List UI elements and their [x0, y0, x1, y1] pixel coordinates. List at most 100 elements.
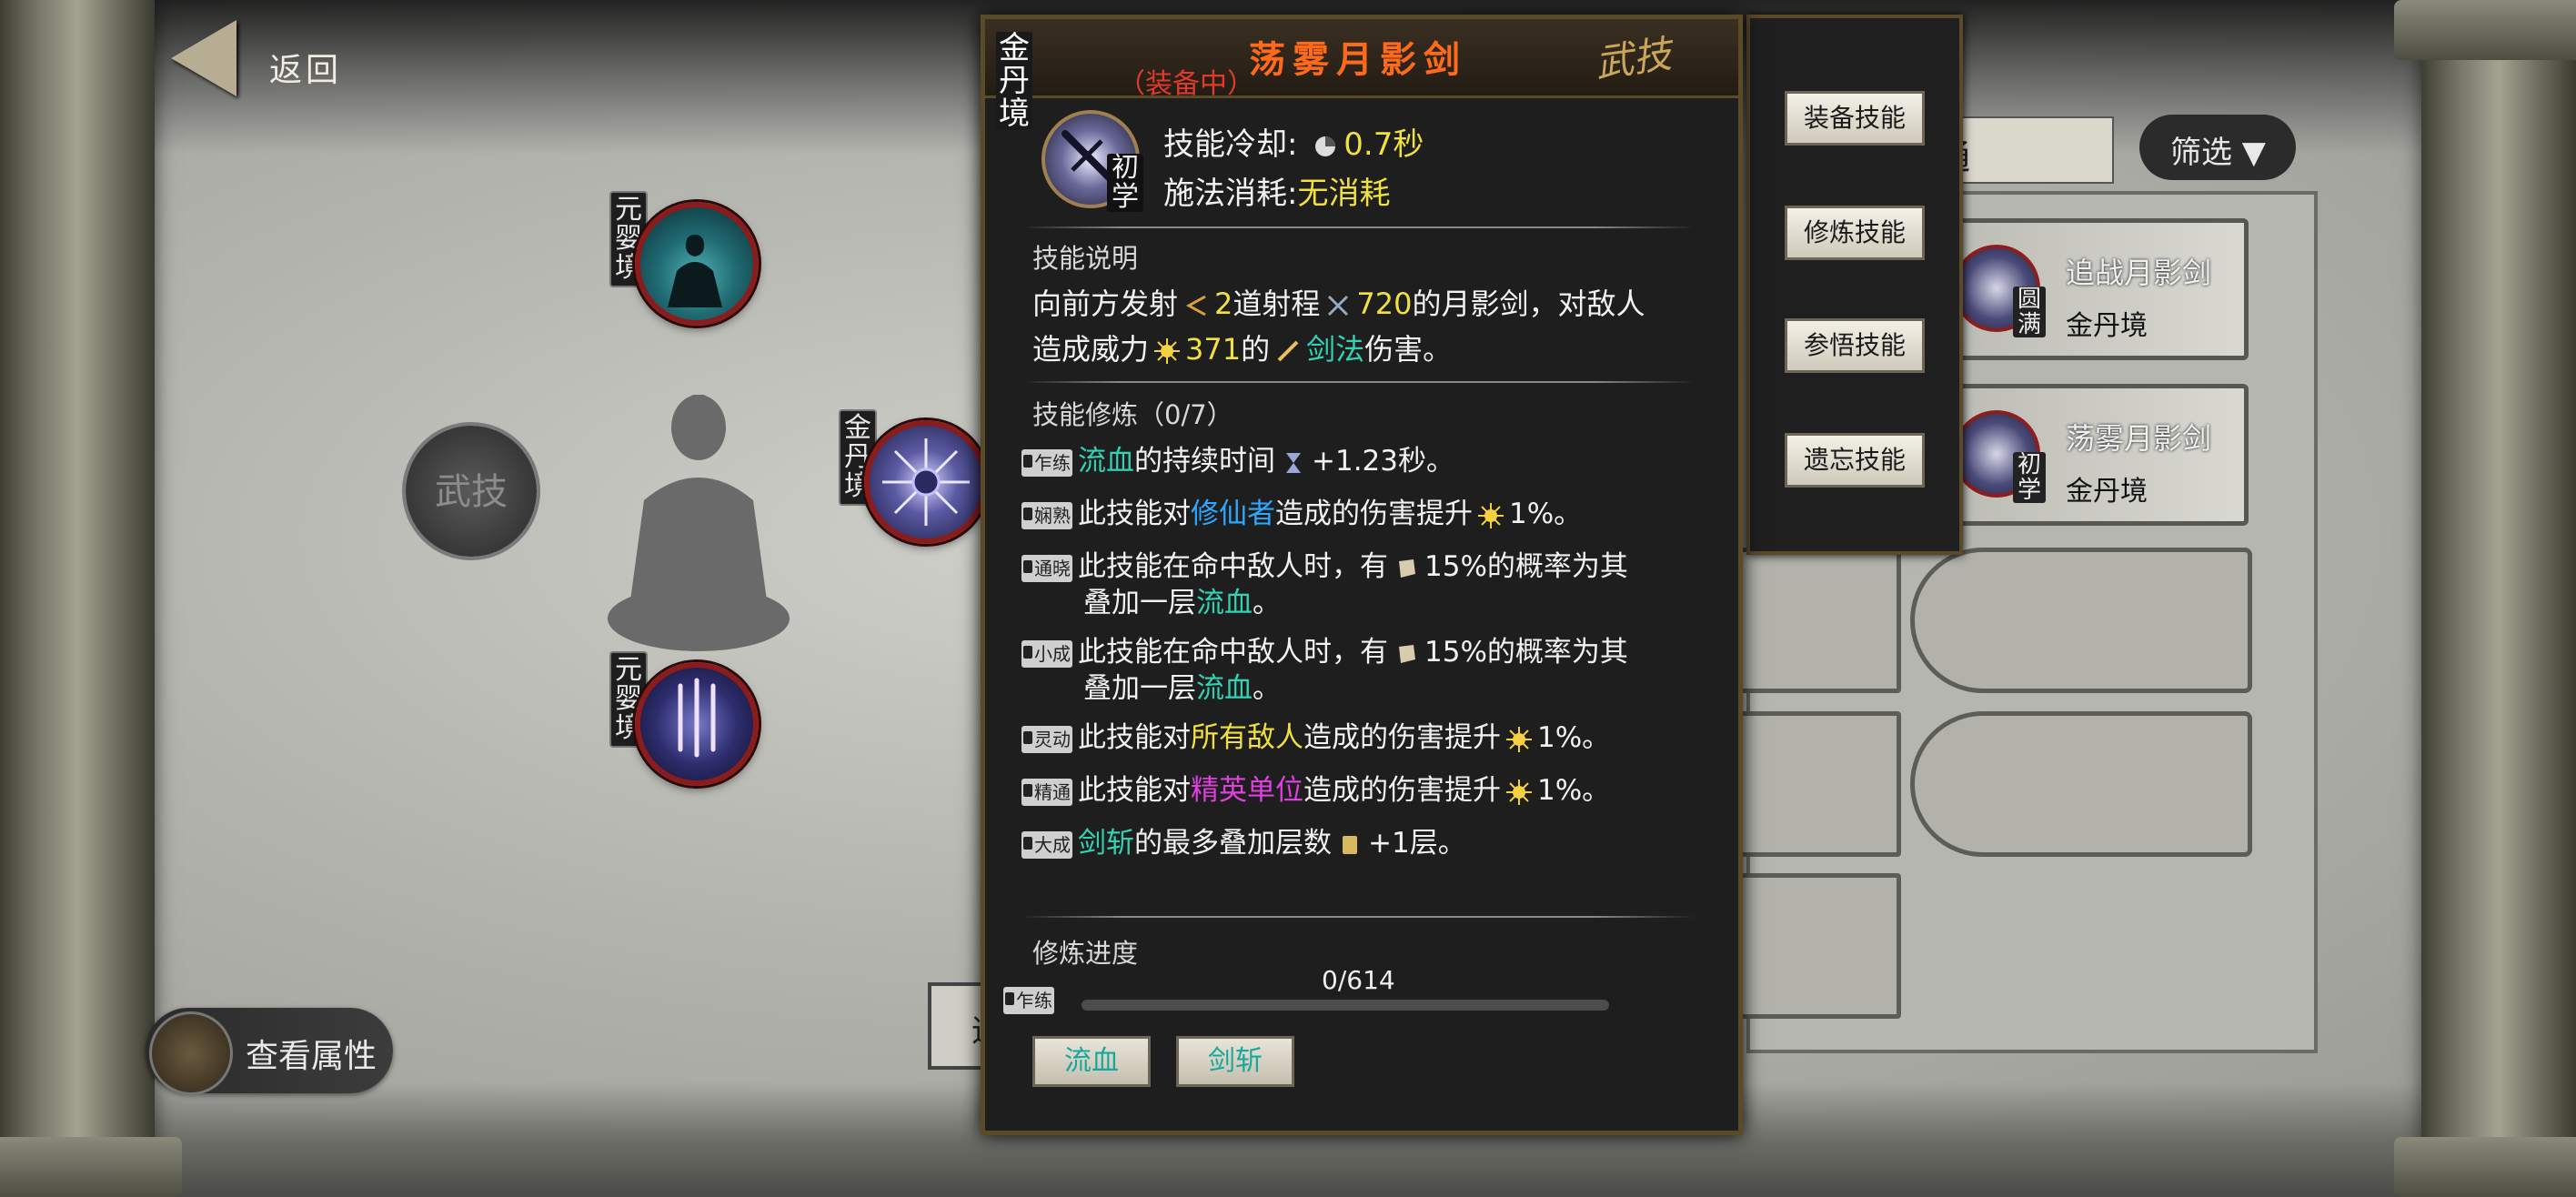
filter-label: 筛选 ▼ [2170, 135, 2266, 171]
skill-detail-popup: 金丹境 （装备中） 荡雾月影剑 武技 初学 技能冷却: 0.7秒 施法消耗:无消… [981, 15, 1743, 1135]
training-row-line: 娴熟 此技能对修仙者造成的伤害提升 1%。 [1021, 496, 1713, 532]
cooldown-value: 0.7秒 [1343, 126, 1424, 163]
cost-label: 施法消耗: [1163, 176, 1298, 212]
scroll-icon [1343, 835, 1357, 854]
right-pillar [2421, 0, 2576, 1197]
empty-skill-slot[interactable] [1910, 548, 2252, 693]
view-attributes-label: 查看属性 [246, 1038, 377, 1075]
back-button[interactable]: 返回 [171, 16, 371, 107]
training-text: 的最多叠加层数 [1134, 827, 1332, 860]
filter-button[interactable]: 筛选 ▼ [2139, 115, 2296, 180]
skill-node-yuanying-2[interactable] [635, 662, 759, 786]
range-icon [1328, 295, 1349, 317]
training-text: 叠加一层 [1083, 672, 1196, 705]
training-value: 1%。 [1537, 721, 1611, 754]
training-highlight: 剑斩 [1078, 827, 1134, 860]
training-row-line: 大成 剑斩的最多叠加层数 +1层。 [1021, 825, 1713, 861]
tag-bleed-button[interactable]: 流血 [1032, 1036, 1151, 1087]
desc-line-2: 造成威力 371的 剑法伤害。 [1032, 327, 1706, 372]
desc-text: 的月影剑，对敌人 [1412, 287, 1645, 321]
desc-count: 2 [1214, 287, 1233, 321]
training-text: 的持续时间 [1134, 445, 1275, 478]
skill-card[interactable]: 初学 荡雾月影剑 金丹境 [1953, 384, 2249, 526]
desc-text: 伤害。 [1364, 332, 1453, 367]
lock-icon: 灵动 [1021, 725, 1072, 753]
left-pillar [0, 0, 155, 1197]
training-row: 娴熟 此技能对修仙者造成的伤害提升 1%。 [1021, 496, 1713, 532]
training-highlight: 修仙者 [1191, 498, 1275, 530]
desc-text: 的 [1241, 332, 1271, 367]
wuji-center-label: 武技 [435, 471, 508, 513]
empty-skill-slot[interactable] [1728, 711, 1901, 857]
training-text: 叠加一层 [1083, 587, 1196, 619]
divider [1021, 381, 1695, 383]
sword-rain-icon [678, 678, 716, 758]
equip-skill-button[interactable]: 装备技能 [1785, 91, 1925, 146]
popup-realm-label: 金丹境 [996, 32, 1032, 130]
training-row-line: 通晓 此技能在命中敌人时，有 15%的概率为其 [1021, 548, 1713, 585]
right-pillar-cap [2394, 0, 2576, 60]
equipped-status: （装备中） [1118, 68, 1254, 100]
desc-text: 造成威力 [1032, 332, 1150, 367]
training-text: 造成的伤害提升 [1303, 721, 1501, 754]
skill-card-grade: 圆满 [2013, 287, 2046, 337]
training-row-line: 精通 此技能对精英单位造成的伤害提升 1%。 [1021, 772, 1713, 809]
train-title: 技能修炼（0/7） [1032, 399, 1233, 430]
skill-action-menu: 装备技能 修炼技能 参悟技能 遗忘技能 [1746, 15, 1963, 555]
skill-card-realm: 金丹境 [2066, 310, 2148, 342]
training-highlight: 精英单位 [1191, 774, 1303, 807]
train-skill-button[interactable]: 修炼技能 [1785, 206, 1925, 260]
skill-node-jindan[interactable] [864, 420, 988, 544]
skill-card[interactable]: 圆满 追战月影剑 金丹境 [1953, 218, 2249, 360]
desc-text: 道射程 [1233, 287, 1321, 321]
training-row-line: 叠加一层流血。 [1021, 670, 1713, 707]
training-row: 大成 剑斩的最多叠加层数 +1层。 [1021, 825, 1713, 861]
lock-icon: 大成 [1021, 830, 1072, 859]
chance-stone-icon [1399, 644, 1415, 663]
training-value: 15%的概率为其 [1424, 636, 1628, 669]
wuji-center-node: 武技 [406, 426, 537, 557]
view-attributes-button[interactable]: 查看属性 [146, 1008, 393, 1095]
desc-range: 720 [1356, 287, 1413, 321]
hourglass-icon [1286, 452, 1301, 473]
training-value: +1层。 [1368, 827, 1466, 860]
training-row-line: 小成 此技能在命中敌人时，有 15%的概率为其 [1021, 634, 1713, 670]
progress-title: 修炼进度 [1032, 938, 1139, 969]
training-text: 此技能在命中敌人时，有 [1078, 550, 1388, 583]
cost-row: 施法消耗:无消耗 [1163, 168, 1390, 213]
training-row: 乍练 流血的持续时间 +1.23秒。 [1021, 443, 1713, 479]
training-value: 1%。 [1537, 774, 1611, 807]
sword-type-icon [1277, 340, 1299, 362]
empty-skill-slot[interactable] [1728, 873, 1901, 1019]
desc-title: 技能说明 [1032, 243, 1139, 274]
empty-skill-slot[interactable] [1728, 548, 1901, 693]
right-pillar-base [2394, 1137, 2576, 1197]
training-text: 此技能对 [1078, 721, 1191, 754]
skill-description: 向前方发射 2道射程 720的月影剑，对敌人 造成威力 371的 剑法伤害。 [1032, 281, 1706, 372]
desc-line-1: 向前方发射 2道射程 720的月影剑，对敌人 [1032, 281, 1706, 327]
desc-power: 371 [1185, 332, 1242, 367]
power-burst-icon [1506, 726, 1532, 752]
empty-skill-slot[interactable] [1910, 711, 2252, 857]
training-highlight: 所有敌人 [1191, 721, 1303, 754]
star-burst-icon [882, 438, 970, 526]
skill-node-yuanying-1[interactable] [635, 202, 759, 326]
training-text: 。 [1253, 587, 1281, 619]
training-value: 15%的概率为其 [1424, 550, 1628, 583]
cost-value: 无消耗 [1297, 176, 1391, 212]
comprehend-skill-button[interactable]: 参悟技能 [1785, 318, 1925, 373]
left-pillar-base [0, 1137, 182, 1197]
figure-icon [668, 235, 722, 307]
progress-text: 0/614 [1322, 965, 1395, 995]
skill-card-realm: 金丹境 [2066, 476, 2148, 508]
tag-sword-slash-button[interactable]: 剑斩 [1176, 1036, 1294, 1087]
forget-skill-button[interactable]: 遗忘技能 [1785, 433, 1925, 488]
training-text: 此技能对 [1078, 774, 1191, 807]
training-highlight: 流血 [1196, 672, 1253, 705]
lock-icon: 娴熟 [1021, 501, 1072, 529]
cooldown-row: 技能冷却: 0.7秒 [1163, 119, 1424, 164]
projectile-icon [1185, 295, 1206, 317]
power-burst-icon [1154, 338, 1181, 364]
power-burst-icon [1506, 779, 1532, 805]
skill-grade-badge: 初学 [1107, 154, 1143, 212]
